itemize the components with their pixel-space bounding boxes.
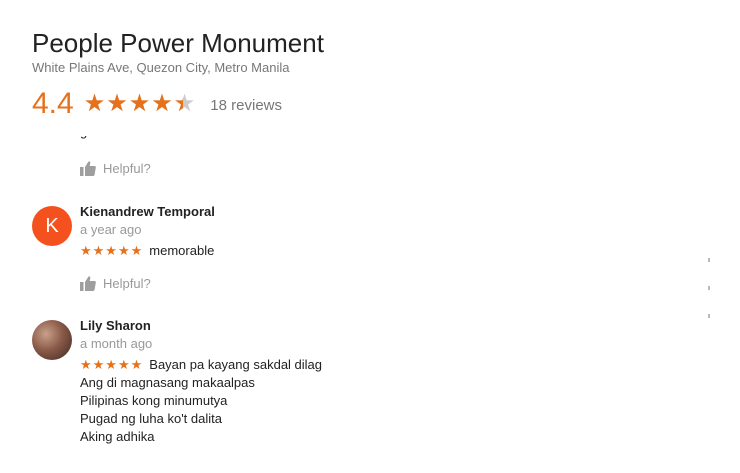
thumbs-up-icon [80,161,96,176]
review-date: a year ago [80,222,142,237]
review-date: a month ago [80,336,153,351]
thumbs-up-icon [80,276,96,291]
place-title: People Power Monument [32,28,324,58]
review-stars: ★★★★★ [80,357,144,372]
avatar[interactable] [32,320,72,360]
reviewer-name[interactable]: Kienandrew Temporal [80,204,215,220]
avatar-initial: K [45,214,59,237]
rating-stars-filled: ★★★★★ [83,92,183,116]
previous-review-text-clipped: g [80,136,87,140]
review-line: ★★★★★ Bayan pa kayang sakdal dilag [80,356,700,374]
place-address: White Plains Ave, Quezon City, Metro Man… [32,60,290,75]
review-body: ★★★★★ Bayan pa kayang sakdal dilag Ang di… [80,356,700,446]
review-count-link[interactable]: 18 reviews [210,97,282,114]
review-text: memorable [149,243,215,258]
scrollbar-mark [708,314,710,318]
place-header: People Power Monument White Plains Ave, … [32,28,712,122]
rating-stars: ★★★★★ ★★★★★ [84,92,197,116]
helpful-button[interactable]: Helpful? [80,275,151,291]
scrollbar-mark [708,286,710,290]
review-text-line: Bayan pa kayang sakdal dilag [149,357,323,372]
helpful-label: Helpful? [103,160,151,176]
rating-value: 4.4 [32,87,74,120]
helpful-label: Helpful? [103,275,151,291]
helpful-button[interactable]: Helpful? [80,160,151,176]
review-text-line: Pilipinas kong minumutya [80,393,228,408]
scrollbar-mark [708,258,710,262]
reviews-list[interactable]: g Helpful? K Kienandrew Temporal a year … [32,136,712,473]
avatar[interactable]: K [32,206,72,246]
review-body: ★★★★★ memorable [80,242,700,260]
rating-summary: 4.4 ★★★★★ ★★★★★ 18 reviews [32,86,712,122]
review-stars: ★★★★★ [80,243,144,258]
reviewer-name[interactable]: Lily Sharon [80,318,151,334]
review-text-line: Aking adhika [80,429,155,444]
review-text-line: Ang di magnasang makaalpas [80,375,255,390]
review-text-line: Pugad ng luha ko't dalita [80,411,222,426]
